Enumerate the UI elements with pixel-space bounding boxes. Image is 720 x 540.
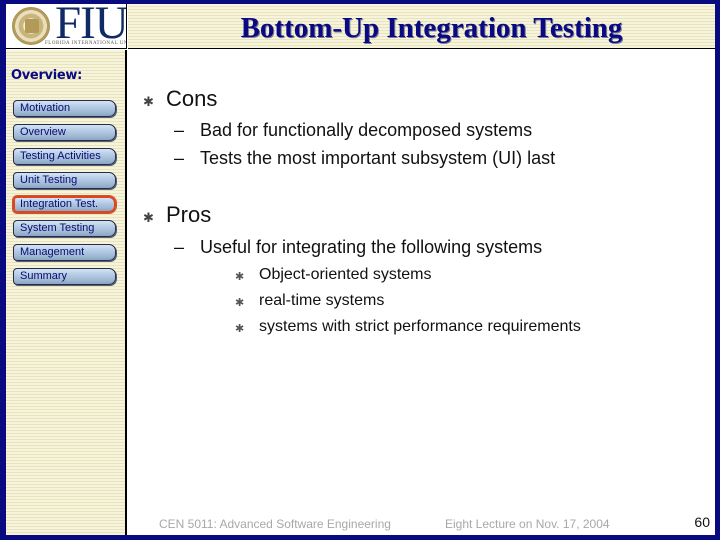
list-item-text: Tests the most important subsystem (UI) … <box>200 148 556 168</box>
sidebar-item-unit-testing[interactable]: Unit Testing <box>13 172 116 189</box>
sidebar-item-summary[interactable]: Summary <box>13 268 116 285</box>
sub-list-item: systems with strict performance requirem… <box>259 318 581 335</box>
sidebar-item-motivation[interactable]: Motivation <box>13 100 116 117</box>
footer-course: CEN 5011: Advanced Software Engineering <box>159 517 391 531</box>
sidebar-nav: Overview: Motivation Overview Testing Ac… <box>6 50 127 535</box>
list-item-text: Useful for integrating the following sys… <box>200 237 543 257</box>
asterisk-bullet-icon: ✱ <box>235 297 245 309</box>
asterisk-bullet-icon: ✱ <box>143 210 154 225</box>
dash-bullet-icon: – <box>174 148 185 168</box>
section-title-pros: Pros <box>166 202 212 227</box>
sub-list-item: Object-oriented systems <box>259 266 432 283</box>
slide-title: Bottom-Up Integration Testing <box>240 12 623 44</box>
sidebar-item-overview[interactable]: Overview <box>13 124 116 141</box>
university-seal-icon <box>12 7 50 45</box>
slide-frame: FIU FLORIDA INTERNATIONAL UNIVERSITY Bot… <box>0 0 720 540</box>
page-number: 60 <box>694 514 710 530</box>
logo-subtitle: FLORIDA INTERNATIONAL UNIVERSITY <box>45 41 126 46</box>
dash-bullet-icon: – <box>174 120 185 140</box>
sub-list-item: real-time systems <box>259 292 385 309</box>
title-bar: Bottom-Up Integration Testing <box>128 4 715 49</box>
sidebar-item-management[interactable]: Management <box>13 244 116 261</box>
logo: FIU FLORIDA INTERNATIONAL UNIVERSITY <box>6 4 127 49</box>
seal-shield-icon <box>25 19 39 33</box>
list-item-text: Bad for functionally decomposed systems <box>200 120 533 140</box>
slide-content: ✱ Cons – Bad for functionally decomposed … <box>129 50 715 535</box>
footer-lecture-date: Eight Lecture on Nov. 17, 2004 <box>445 517 610 531</box>
sidebar-item-system-testing[interactable]: System Testing <box>13 220 116 237</box>
section-title-cons: Cons <box>166 86 218 111</box>
asterisk-bullet-icon: ✱ <box>235 323 245 335</box>
list-item: – Tests the most important subsystem (UI)… <box>174 148 555 169</box>
list-item: – Bad for functionally decomposed systems <box>174 120 532 141</box>
sidebar-heading: Overview: <box>11 68 83 83</box>
list-item: – Useful for integrating the following sy… <box>174 237 542 258</box>
asterisk-bullet-icon: ✱ <box>143 94 154 109</box>
sidebar-item-testing-activities[interactable]: Testing Activities <box>13 148 116 165</box>
dash-bullet-icon: – <box>174 237 185 257</box>
asterisk-bullet-icon: ✱ <box>235 271 245 283</box>
sidebar-item-integration-test[interactable]: Integration Test. <box>13 196 116 213</box>
